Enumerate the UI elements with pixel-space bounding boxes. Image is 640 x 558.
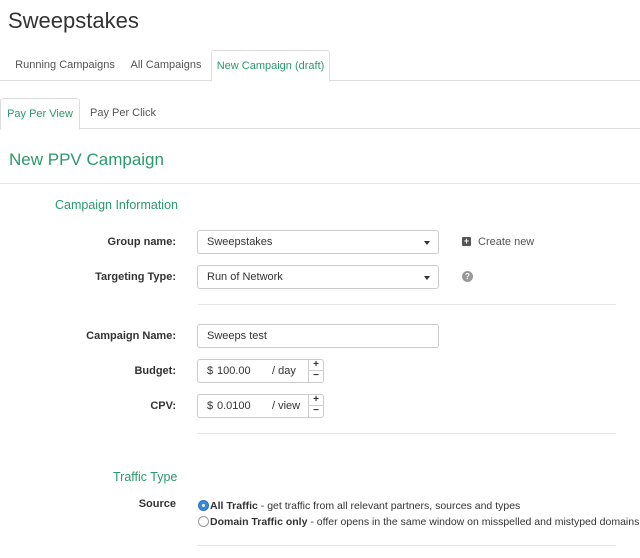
cpv-unit: / view (272, 400, 301, 412)
campaign-name-label: Campaign Name: (86, 330, 176, 342)
tab-running-campaigns[interactable]: Running Campaigns (8, 50, 122, 81)
cpv-label: CPV: (150, 400, 176, 412)
pricing-tabs: Pay Per View Pay Per Click (0, 98, 640, 130)
all-traffic-description: - get traffic from all relevant partners… (260, 500, 521, 512)
chevron-down-icon (424, 241, 430, 245)
divider (198, 545, 616, 546)
tab-all-campaigns[interactable]: All Campaigns (124, 50, 208, 81)
cpv-decrement-button[interactable]: − (309, 406, 323, 417)
group-name-value: Sweepstakes (207, 236, 273, 248)
budget-decrement-button[interactable]: − (309, 371, 323, 382)
divider (0, 183, 640, 184)
plus-square-icon[interactable]: + (462, 237, 471, 246)
campaign-name-input[interactable]: Sweeps test (197, 324, 439, 348)
source-label: Source (138, 498, 176, 510)
domain-traffic-title: Domain Traffic only (210, 516, 308, 528)
main-tabs: Running Campaigns All Campaigns New Camp… (0, 50, 640, 82)
budget-unit: / day (272, 365, 296, 377)
budget-value: 100.00 (217, 365, 251, 377)
domain-traffic-description: - offer opens in the same window on miss… (310, 516, 640, 528)
all-traffic-title: All Traffic (210, 500, 258, 512)
budget-stepper: + − (308, 360, 323, 382)
radio-domain-traffic-only[interactable] (198, 516, 209, 527)
section-title-campaign-information: Campaign Information (55, 198, 178, 212)
tab-pay-per-view[interactable]: Pay Per View (0, 98, 80, 130)
radio-all-traffic[interactable] (198, 500, 209, 511)
targeting-type-value: Run of Network (207, 271, 283, 283)
domain-traffic-option-label[interactable]: Domain Traffic only - offer opens in the… (210, 516, 639, 528)
divider (198, 433, 616, 434)
tab-new-campaign-draft[interactable]: New Campaign (draft) (211, 50, 330, 82)
currency-symbol: $ (207, 400, 214, 412)
cpv-input[interactable]: $ 0.0100 / view + − (197, 394, 324, 418)
chevron-down-icon (424, 276, 430, 280)
group-name-label: Group name: (107, 236, 176, 248)
targeting-type-label: Targeting Type: (95, 271, 176, 283)
targeting-type-select[interactable]: Run of Network (197, 265, 439, 289)
cpv-value: 0.0100 (217, 400, 251, 412)
create-new-group-link[interactable]: Create new (478, 236, 534, 248)
help-icon[interactable]: ? (462, 271, 473, 282)
budget-label: Budget: (134, 365, 176, 377)
group-name-select[interactable]: Sweepstakes (197, 230, 439, 254)
tab-pay-per-click[interactable]: Pay Per Click (82, 98, 164, 129)
section-title-traffic-type: Traffic Type (113, 470, 178, 484)
form-title: New PPV Campaign (9, 150, 164, 169)
budget-input[interactable]: $ 100.00 / day + − (197, 359, 324, 383)
all-traffic-option-label[interactable]: All Traffic - get traffic from all relev… (210, 500, 520, 512)
cpv-stepper: + − (308, 395, 323, 417)
divider (198, 304, 616, 305)
page-title: Sweepstakes (8, 8, 139, 33)
currency-symbol: $ (207, 365, 214, 377)
